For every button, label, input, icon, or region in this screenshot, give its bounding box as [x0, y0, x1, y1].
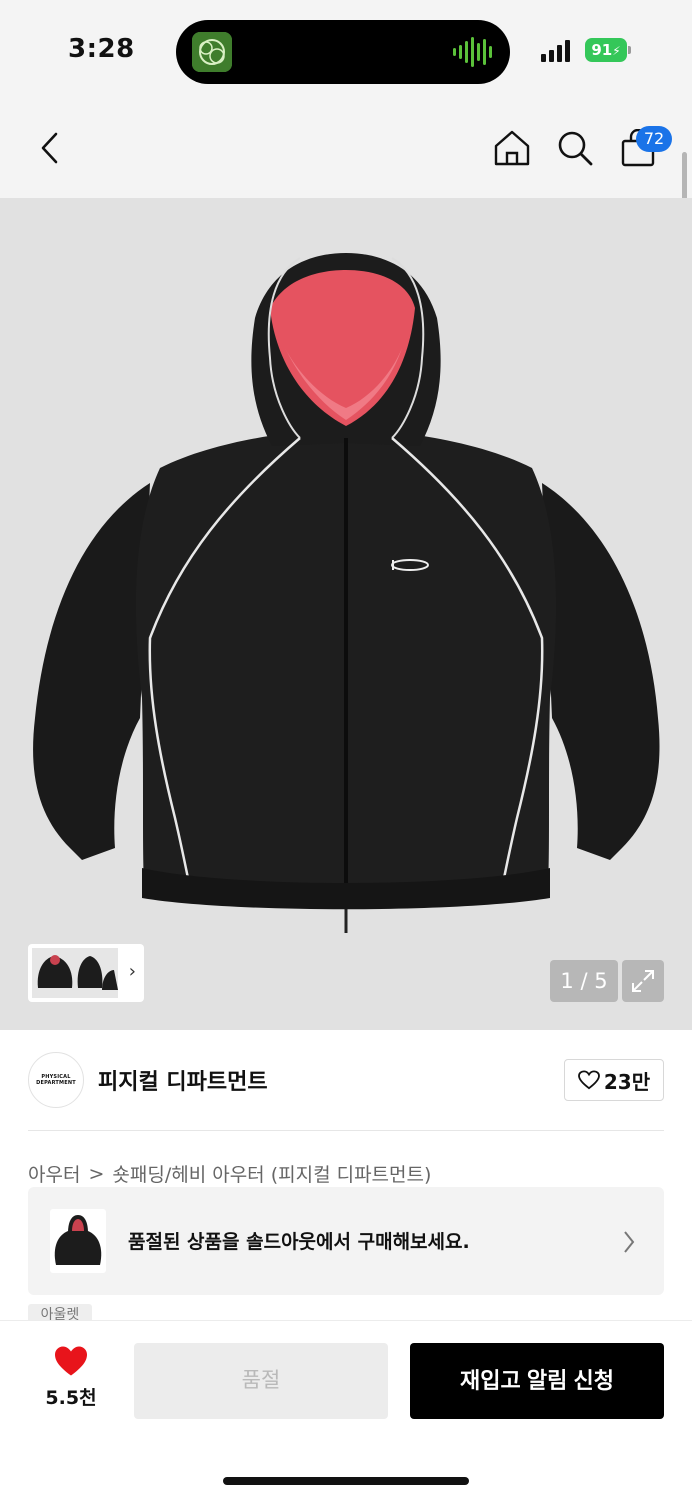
thumbnail-images	[32, 948, 118, 998]
cart-count-badge: 72	[636, 126, 672, 152]
soldout-button[interactable]: 품절	[134, 1343, 388, 1419]
status-time: 3:28	[68, 34, 135, 64]
heart-outline-icon	[577, 1070, 600, 1090]
jacket-image	[33, 253, 660, 933]
bottom-action-bar: 5.5천 품절 재입고 알림 신청	[0, 1320, 692, 1500]
thumbnail-strip[interactable]: ›	[28, 944, 144, 1002]
battery-indicator: 91⚡	[585, 38, 627, 62]
album-art-icon	[192, 32, 232, 72]
top-nav	[0, 100, 692, 198]
battery-tip	[628, 46, 631, 54]
search-icon	[558, 131, 593, 166]
heart-filled-icon	[55, 1346, 87, 1376]
battery-level: 91	[591, 41, 613, 59]
home-icon	[494, 130, 530, 166]
image-counter: 1 / 5	[550, 960, 618, 1002]
brand-logo[interactable]: PHYSICAL DEPARTMENT	[28, 1052, 84, 1108]
brand-like-button[interactable]: 23만	[564, 1059, 664, 1101]
divider	[28, 1130, 664, 1131]
back-arrow-icon	[41, 132, 58, 164]
thumbnail-chevron-icon: ›	[128, 961, 136, 982]
outlet-tag: 아울렛	[28, 1304, 92, 1320]
brand-logo-text: PHYSICAL DEPARTMENT	[36, 1074, 76, 1086]
brand-like-count: 23만	[603, 1069, 651, 1094]
search-button[interactable]	[553, 126, 597, 170]
wishlist-count: 5.5천	[45, 1387, 97, 1409]
back-button[interactable]	[28, 126, 72, 170]
soldout-product-thumbnail	[50, 1209, 106, 1273]
restock-alert-button[interactable]: 재입고 알림 신청	[410, 1343, 664, 1419]
brand-name[interactable]: 피지컬 디파트먼트	[98, 1064, 268, 1096]
soldout-banner[interactable]: 품절된 상품을 솔드아웃에서 구매해보세요.	[28, 1187, 664, 1295]
chevron-right-icon	[624, 1231, 635, 1253]
product-image[interactable]	[0, 198, 692, 1030]
status-bar: 3:28 91⚡	[0, 0, 692, 100]
expand-icon	[632, 970, 654, 992]
dynamic-island[interactable]	[176, 20, 510, 84]
breadcrumb: 아우터 > 숏패딩/헤비 아우터 (피지컬 디파트먼트)	[28, 1160, 431, 1187]
cellular-signal-icon	[541, 40, 570, 62]
home-button[interactable]	[490, 126, 534, 170]
wishlist-button[interactable]: 5.5천	[36, 1345, 106, 1410]
home-indicator[interactable]	[223, 1477, 469, 1485]
breadcrumb-separator-icon: >	[88, 1162, 105, 1185]
fullscreen-button[interactable]	[622, 960, 664, 1002]
audio-waveform-icon	[453, 36, 492, 68]
breadcrumb-subcategory[interactable]: 숏패딩/헤비 아우터 (피지컬 디파트먼트)	[112, 1160, 431, 1187]
soldout-banner-text: 품절된 상품을 솔드아웃에서 구매해보세요.	[128, 1231, 470, 1253]
breadcrumb-category[interactable]: 아우터	[28, 1160, 80, 1187]
